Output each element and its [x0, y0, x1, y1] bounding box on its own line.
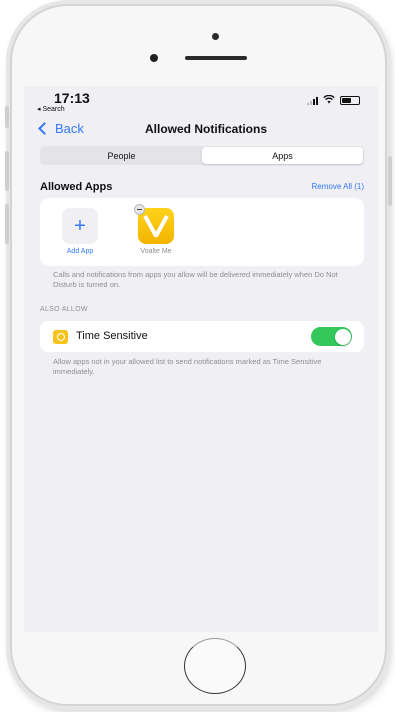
add-app-label: Add App [66, 248, 94, 255]
segment-apps[interactable]: Apps [202, 147, 363, 164]
volume-up-button [5, 151, 9, 191]
earpiece-speaker [185, 56, 247, 60]
v-letter-icon [143, 215, 169, 237]
battery-icon [340, 96, 360, 105]
power-button [388, 156, 392, 206]
minus-icon [137, 208, 142, 211]
wifi-icon [323, 94, 335, 106]
add-app-button[interactable]: + [62, 208, 98, 244]
page-title: Allowed Notifications [144, 122, 267, 136]
people-apps-segmented-control: People Apps [40, 146, 364, 165]
cellular-signal-icon [307, 96, 318, 105]
allowed-apps-card: + Add App Voalte Me [40, 198, 364, 266]
front-camera [150, 54, 158, 62]
status-time: 17:13 [54, 90, 90, 106]
time-sensitive-row: Time Sensitive [40, 321, 364, 352]
status-back-to-app[interactable]: ◂ Search [37, 105, 65, 113]
segment-people[interactable]: People [41, 147, 202, 164]
status-icons [307, 94, 360, 106]
allowed-apps-header: Allowed Apps [40, 181, 113, 193]
mute-switch [5, 106, 9, 128]
allowed-apps-footnote: Calls and notifications from apps you al… [53, 270, 338, 289]
proximity-sensor [212, 33, 219, 40]
remove-all-button[interactable]: Remove All (1) [312, 182, 364, 191]
screen: 17:13 ◂ Search Back Allowed Notification… [24, 86, 378, 632]
also-allow-header: ALSO ALLOW [40, 306, 88, 313]
time-sensitive-toggle[interactable] [311, 327, 352, 346]
plus-icon: + [74, 215, 86, 237]
clock-icon [53, 330, 68, 344]
time-sensitive-footnote: Allow apps not in your allowed list to s… [53, 357, 322, 376]
remove-app-button[interactable] [134, 204, 145, 215]
app-label: Voalte Me [140, 248, 172, 255]
time-sensitive-label: Time Sensitive [76, 330, 148, 342]
volume-down-button [5, 204, 9, 244]
app-icon-voalte-me[interactable] [138, 208, 174, 244]
home-button[interactable] [184, 638, 246, 694]
